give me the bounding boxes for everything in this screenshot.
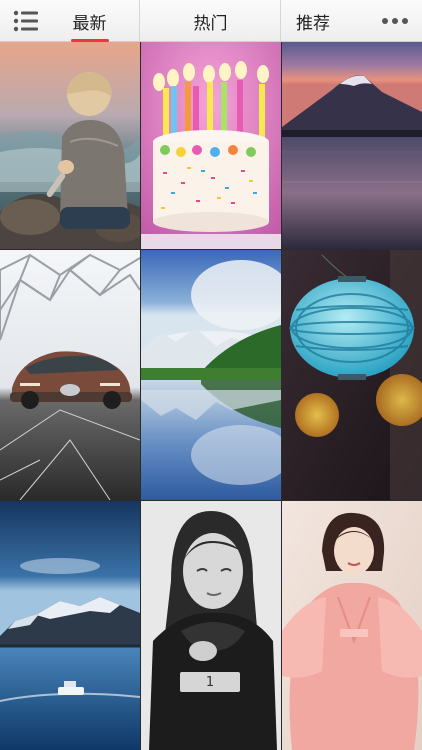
tab-hot[interactable]: 热门 (141, 0, 281, 42)
tab-hot-label: 热门 (193, 13, 228, 34)
list-menu-icon[interactable] (8, 6, 44, 36)
tab-recommend-label: 推荐 (296, 13, 330, 34)
page-number: 1 (205, 674, 215, 690)
wallpaper-thumbnail[interactable] (141, 501, 281, 750)
page-number-badge: 1 (180, 672, 240, 692)
wallpaper-thumbnail[interactable] (0, 42, 140, 249)
more-dots-icon[interactable] (378, 10, 412, 32)
wallpaper-thumbnail[interactable] (141, 42, 281, 249)
tab-recommend[interactable]: 推荐 (282, 0, 344, 42)
tab-latest[interactable]: 最新 (40, 0, 140, 42)
top-navigation-bar: 最新 热门 推荐 (0, 0, 422, 42)
wallpaper-thumbnail[interactable] (282, 250, 422, 500)
wallpaper-thumbnail[interactable] (282, 42, 422, 249)
wallpaper-thumbnail[interactable] (0, 250, 140, 500)
tab-latest-label: 最新 (72, 13, 107, 34)
wallpaper-thumbnail[interactable] (141, 250, 281, 500)
wallpaper-thumbnail[interactable] (0, 501, 140, 750)
wallpaper-grid (0, 42, 422, 750)
wallpaper-thumbnail[interactable] (282, 501, 422, 750)
